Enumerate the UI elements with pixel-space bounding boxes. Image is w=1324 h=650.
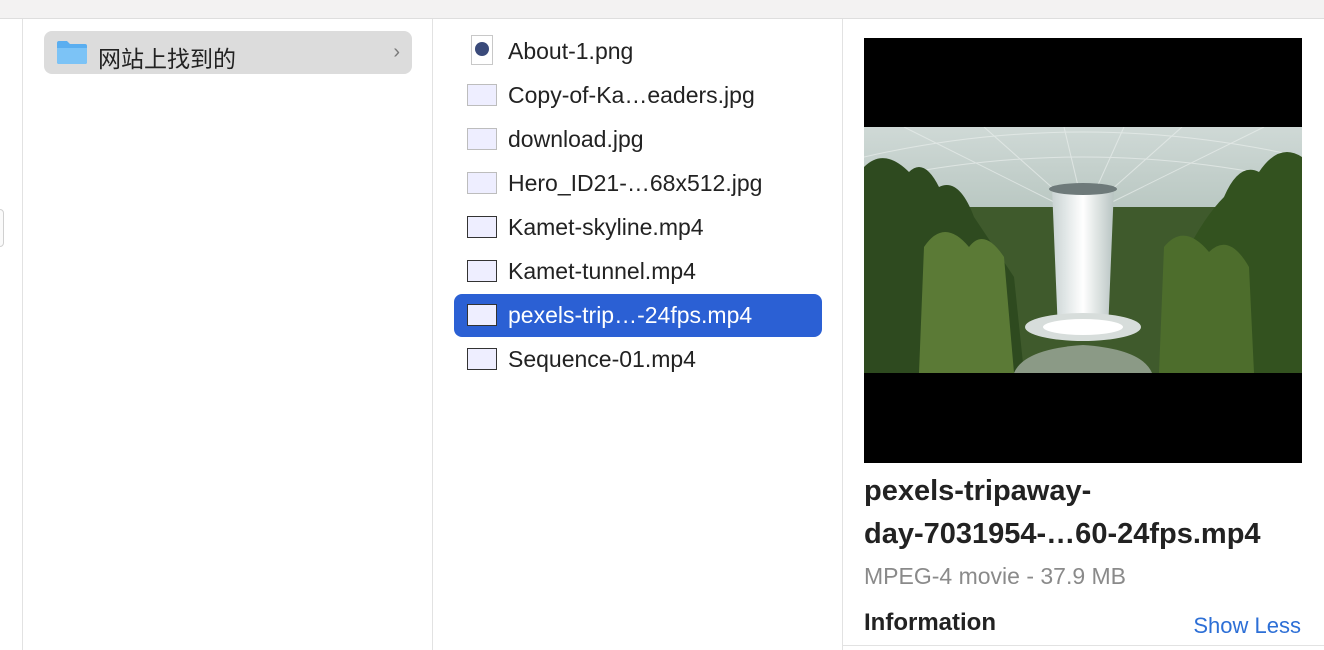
waterfall-preview-image [864, 127, 1302, 373]
preview-file-name-line: day-7031954-…60-24fps.mp4 [864, 518, 1261, 550]
folder-label: 网站上找到的 [98, 46, 236, 72]
video-thumbnail-icon [467, 260, 497, 282]
file-row[interactable]: Kamet-skyline.mp4 [454, 206, 822, 249]
file-name: Copy-of-Ka…eaders.jpg [508, 82, 755, 108]
image-thumbnail-icon [467, 128, 497, 150]
video-thumbnail-icon [467, 304, 497, 326]
folder-column: 网站上找到的 › [23, 19, 433, 650]
divider [843, 645, 1324, 646]
video-thumbnail-icon [467, 216, 497, 238]
file-name: pexels-trip…-24fps.mp4 [508, 302, 753, 328]
file-row[interactable]: Copy-of-Ka…eaders.jpg [454, 74, 822, 117]
file-row[interactable]: Sequence-01.mp4 [454, 338, 822, 381]
file-list-column: About-1.png Copy-of-Ka…eaders.jpg downlo… [433, 19, 843, 650]
file-row[interactable]: download.jpg [454, 118, 822, 161]
file-row[interactable]: About-1.png [454, 30, 822, 73]
image-thumbnail-icon [467, 172, 497, 194]
information-heading: Information [864, 609, 996, 636]
window-toolbar-strip [0, 0, 1324, 19]
preview-kind-size: MPEG-4 movie - 37.9 MB [864, 563, 1127, 589]
file-name: About-1.png [508, 38, 634, 64]
chevron-right-icon: › [393, 41, 400, 63]
file-row[interactable]: Kamet-tunnel.mp4 [454, 250, 822, 293]
file-row[interactable]: Hero_ID21-…68x512.jpg [454, 162, 822, 205]
file-row-selected[interactable]: pexels-trip…-24fps.mp4 [454, 294, 822, 337]
video-preview[interactable] [864, 38, 1302, 463]
image-thumbnail-icon [467, 84, 497, 106]
png-file-icon [471, 35, 493, 65]
column-resize-handle[interactable] [0, 209, 4, 247]
preview-file-name-line: pexels-tripaway- [864, 475, 1092, 507]
file-name: Kamet-skyline.mp4 [508, 214, 704, 240]
file-name: Hero_ID21-…68x512.jpg [508, 170, 763, 196]
preview-pane: pexels-tripaway- day-7031954-…60-24fps.m… [843, 19, 1324, 650]
preview-file-name: pexels-tripaway- day-7031954-…60-24fps.m… [864, 470, 1314, 556]
folder-row-selected[interactable]: 网站上找到的 › [44, 31, 412, 74]
previous-column-edge [0, 19, 23, 650]
file-name: Sequence-01.mp4 [508, 346, 696, 372]
file-name: download.jpg [508, 126, 644, 152]
file-name: Kamet-tunnel.mp4 [508, 258, 696, 284]
show-less-button[interactable]: Show Less [1193, 613, 1301, 639]
folder-icon [57, 41, 87, 64]
video-thumbnail-icon [467, 348, 497, 370]
